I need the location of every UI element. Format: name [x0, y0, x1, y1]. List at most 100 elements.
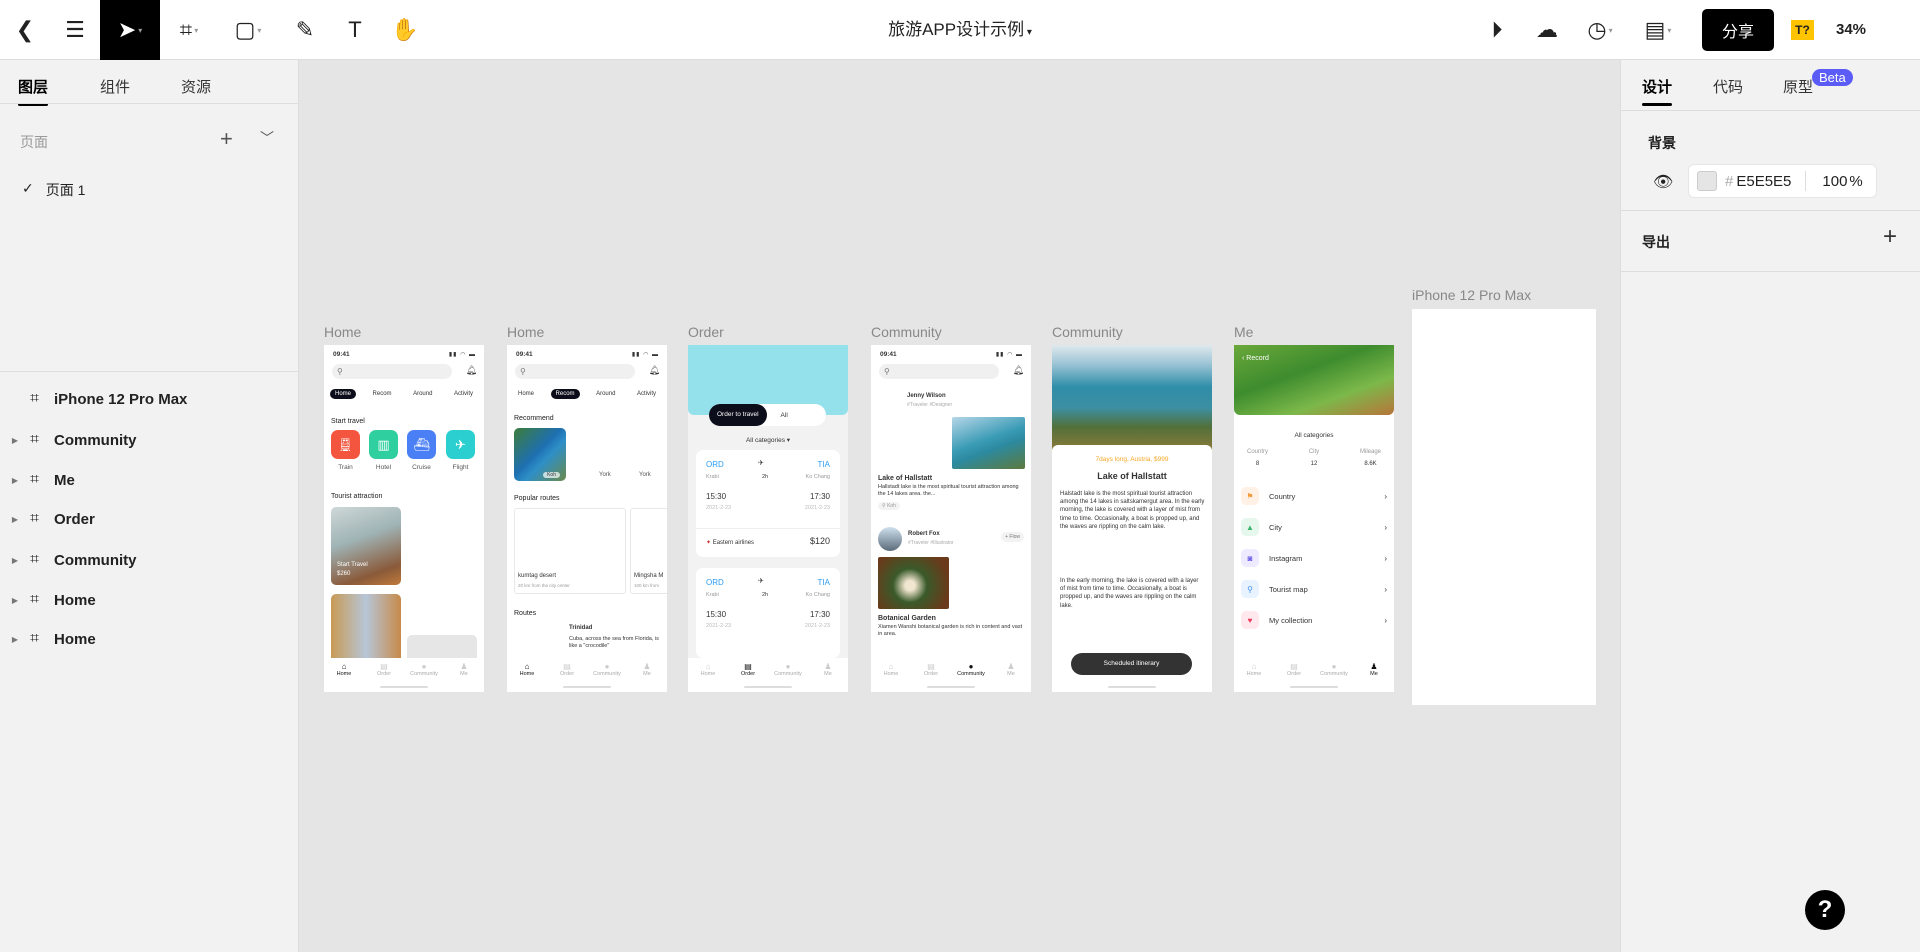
menu-country[interactable]: ⚑ Country › — [1241, 485, 1387, 507]
page-item[interactable]: ✓ 页面 1 — [22, 180, 85, 200]
canvas[interactable]: Home Home Order Community Community Me i… — [299, 60, 1620, 952]
layer-order[interactable]: ▶ ⌗ Order — [0, 501, 299, 537]
train-icon[interactable]: 🚆︎ — [331, 430, 360, 459]
eye-icon[interactable]: 👁︎ — [1653, 172, 1673, 192]
search-icon[interactable]: ⚲ — [879, 364, 999, 379]
frame-label[interactable]: Community — [1052, 324, 1123, 340]
tab[interactable]: Activity — [632, 389, 661, 399]
file-title[interactable]: 旅游APP设计示例 — [888, 20, 1024, 39]
nav-home[interactable]: ⌂ Home — [509, 662, 545, 692]
pen-tool-icon[interactable]: ✎ — [280, 0, 330, 60]
menu-instagram[interactable]: ◙ Instagram › — [1241, 547, 1387, 569]
categories-dropdown[interactable]: All categories ▾ — [688, 436, 848, 444]
share-button[interactable]: 分享 — [1702, 9, 1774, 51]
frame-order[interactable]: Order to travel All All categories ▾ ORD … — [688, 345, 848, 692]
frame-iphone-12-pro-max[interactable] — [1412, 309, 1596, 705]
nav-home[interactable]: ⌂ Home — [326, 662, 362, 692]
layer-iphone[interactable]: ⌗ iPhone 12 Pro Max — [0, 381, 299, 417]
route-card[interactable]: kumtag desert 20 km from the city center — [514, 508, 626, 594]
layer-home[interactable]: ▶ ⌗ Home — [0, 621, 299, 657]
tab[interactable]: Around — [591, 389, 620, 399]
expand-icon[interactable]: ▶ — [0, 515, 18, 524]
tab[interactable]: Activity — [449, 389, 478, 399]
segment-all[interactable]: All — [781, 412, 788, 419]
tab-code[interactable]: 代码 — [1713, 76, 1743, 97]
background-fill-field[interactable]: # E5E5E5 100% — [1688, 164, 1877, 198]
follow-button[interactable]: + Flow — [1001, 532, 1024, 542]
frame-home-recommend[interactable]: 09:41 ▮▮ ◠ ▬ ⚲ 🔔︎ Home Recom Around Activity … — [507, 345, 667, 692]
nav-home[interactable]: ⌂ Home — [1236, 662, 1272, 692]
collapse-pages-icon[interactable]: ﹀ — [260, 128, 274, 148]
nav-me[interactable]: ♟ Me — [1356, 662, 1392, 692]
tab[interactable]: Around — [408, 389, 437, 399]
zoom-level[interactable]: 34% — [1836, 0, 1866, 60]
opacity-input[interactable]: 100 — [1822, 173, 1847, 190]
add-export-icon[interactable]: + — [1883, 223, 1897, 251]
tab[interactable]: Home — [513, 389, 539, 399]
tab-assets[interactable]: 资源 — [181, 76, 211, 97]
expand-icon[interactable]: ▶ — [0, 556, 18, 565]
history-icon[interactable]: ◷ ▾ — [1572, 0, 1628, 60]
post-image[interactable] — [878, 557, 949, 609]
frame-me[interactable]: ‹ Record All categories Country 8 City 12 … — [1234, 345, 1394, 692]
bell-icon[interactable]: 🔔︎ — [649, 365, 660, 376]
frame-label[interactable]: iPhone 12 Pro Max — [1412, 287, 1531, 303]
frame-label[interactable]: Home — [324, 324, 361, 340]
frame-tool-icon[interactable]: ⌗ ▾ — [163, 0, 215, 60]
upload-icon[interactable]: ☁ — [1522, 0, 1572, 60]
tab-design[interactable]: 设计 — [1642, 76, 1673, 106]
post-image[interactable] — [952, 417, 1025, 469]
frame-community-detail[interactable]: 7days long, Austria, $999 Lake of Hallst… — [1052, 345, 1212, 692]
tab-components[interactable]: 组件 — [100, 76, 130, 97]
color-swatch[interactable] — [1697, 171, 1717, 191]
segment-order-to-travel[interactable]: Order to travel — [709, 404, 767, 426]
frame-community[interactable]: 09:41 ▮▮ ◠ ▬ ⚲ 🔔︎ Jenny Wilson #Traveler #… — [871, 345, 1031, 692]
layer-me[interactable]: ▶ ⌗ Me — [0, 462, 299, 498]
frame-label[interactable]: Order — [688, 324, 724, 340]
frame-label[interactable]: Home — [507, 324, 544, 340]
nav-me[interactable]: ♟ Me — [993, 662, 1029, 692]
recommend-image[interactable]: Koh — [514, 428, 566, 481]
expand-icon[interactable]: ▶ — [0, 436, 18, 445]
cruise-icon[interactable]: ⛴︎ — [407, 430, 436, 459]
tab[interactable]: Recom — [550, 389, 580, 399]
rectangle-tool-icon[interactable]: ▢ ▾ — [222, 0, 274, 60]
back-icon[interactable]: ❮ — [0, 0, 50, 60]
flight-icon[interactable]: ✈︎ — [446, 430, 475, 459]
expand-icon[interactable]: ▶ — [0, 596, 18, 605]
add-page-icon[interactable]: + — [220, 126, 233, 152]
search-icon[interactable]: ⚲ — [515, 364, 635, 379]
hand-tool-icon[interactable]: ✋ — [380, 0, 430, 60]
title-dropdown-icon[interactable]: ▾ — [1024, 27, 1032, 38]
layer-home[interactable]: ▶ ⌗ Home — [0, 582, 299, 618]
frame-label[interactable]: Community — [871, 324, 942, 340]
ticket-card[interactable]: ORD TIA ✈︎ Krabi 2h Ko Chang 15:30 17:30… — [696, 568, 840, 658]
bell-icon[interactable]: 🔔︎ — [1013, 365, 1024, 376]
avatar[interactable] — [878, 527, 902, 551]
nav-home[interactable]: ⌂ Home — [690, 662, 726, 692]
tab-layers[interactable]: 图层 — [18, 76, 49, 106]
location-tag[interactable]: ⚲ Koh — [878, 502, 900, 510]
nav-me[interactable]: ♟ Me — [629, 662, 665, 692]
hotel-icon[interactable]: ▥ — [369, 430, 398, 459]
frame-home[interactable]: 09:41 ▮▮ ◠ ▬ ⚲ 🔔︎ Home Recom Around Activity … — [324, 345, 484, 692]
expand-icon[interactable]: ▶ — [0, 476, 18, 485]
nav-home[interactable]: ⌂ Home — [873, 662, 909, 692]
frame-label[interactable]: Me — [1234, 324, 1253, 340]
tab-prototype[interactable]: 原型 — [1783, 76, 1813, 97]
attraction-image[interactable]: Start Travel $260 — [331, 507, 401, 585]
hex-input[interactable]: E5E5E5 — [1736, 173, 1791, 190]
bell-icon[interactable]: 🔔︎ — [466, 365, 477, 376]
back-button[interactable]: ‹ Record — [1242, 355, 1269, 362]
menu-icon[interactable]: ☰ — [50, 0, 100, 60]
tab[interactable]: Home — [330, 389, 357, 399]
attraction-image[interactable] — [331, 594, 401, 664]
layer-community[interactable]: ▶ ⌗ Community — [0, 542, 299, 578]
missing-font-badge[interactable]: T? — [1791, 20, 1814, 40]
play-icon[interactable]: ⏵ — [1472, 0, 1522, 60]
menu-tourist-map[interactable]: ⚲ Tourist map › — [1241, 578, 1387, 600]
scheduled-itinerary-button[interactable]: Scheduled itinerary — [1071, 653, 1192, 675]
layer-community[interactable]: ▶ ⌗ Community — [0, 422, 299, 458]
move-tool-icon[interactable]: ➤ ▾ — [100, 0, 160, 60]
search-icon[interactable]: ⚲ — [332, 364, 452, 379]
